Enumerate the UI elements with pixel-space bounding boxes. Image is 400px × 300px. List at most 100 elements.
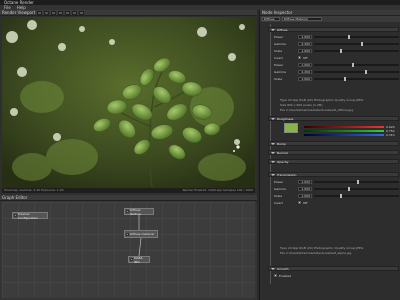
invert-checkbox[interactable] — [298, 201, 301, 204]
field-row: Power 1.000 — [274, 34, 399, 39]
graph-editor-header: Graph Editor — [0, 195, 257, 201]
slider-knob[interactable] — [348, 186, 350, 191]
smooth-checkbox[interactable] — [274, 274, 277, 277]
section-smooth[interactable]: Smooth — [268, 266, 399, 271]
field-row: Gamma 1.000 — [274, 186, 399, 191]
field-label: Scale — [274, 193, 283, 198]
field-slider[interactable] — [314, 186, 399, 191]
viewport-tool-icon-6[interactable] — [72, 10, 78, 15]
section-bump[interactable]: Bump — [268, 141, 399, 146]
slider-knob[interactable] — [348, 34, 350, 39]
slider-knob[interactable] — [360, 41, 363, 46]
render-status: Render finished: 1000 spp Samples 100 / … — [182, 188, 253, 192]
section-label: Bump — [277, 141, 286, 146]
field-slider[interactable] — [314, 62, 399, 67]
slider-knob[interactable] — [352, 62, 355, 67]
section-label: Normal — [277, 150, 288, 155]
field-value[interactable]: 1.000 — [298, 186, 312, 191]
smooth-label: Enabled — [279, 273, 292, 278]
left-column: Render Viewport Tonemap: Gamma: 2.20 Exp… — [0, 10, 257, 300]
field-label: Gamma — [274, 41, 286, 46]
expand-arrow-icon[interactable] — [271, 267, 275, 270]
section-label: Transmission — [277, 172, 297, 177]
node-connections — [138, 215, 142, 257]
field-row: Scale 1.000 — [274, 76, 399, 81]
field-label: Scale — [274, 48, 283, 53]
field-label: Power — [274, 62, 284, 67]
section-label: Roughness — [277, 116, 294, 121]
render-viewport-title: Render Viewport — [2, 9, 36, 15]
field-slider[interactable] — [314, 34, 399, 39]
field-label: Power — [274, 34, 284, 39]
field-row: Power 1.000 — [274, 62, 399, 67]
field-value[interactable]: 1.000 — [298, 62, 312, 67]
slider-knob[interactable] — [339, 48, 342, 53]
field-value[interactable]: 1.000 — [298, 48, 312, 53]
texture-size-text: Size 800 x 600 pixels (1.2M) — [280, 103, 323, 107]
viewport-tool-icon-2[interactable] — [44, 10, 50, 15]
graph-editor-panel: Graph Editor Preview Configuration Diffu… — [0, 195, 257, 300]
field-label: Invert — [274, 200, 283, 205]
green-channel-slider[interactable] — [304, 130, 384, 132]
slider-knob[interactable] — [339, 193, 342, 198]
render-viewport[interactable] — [2, 17, 255, 188]
field-value[interactable]: 1.000 — [298, 193, 312, 198]
section-opacity[interactable]: Opacity — [268, 159, 399, 164]
expand-arrow-icon[interactable] — [271, 160, 275, 163]
color-swatch[interactable] — [284, 123, 298, 133]
viewport-tool-icon-1[interactable] — [37, 10, 43, 15]
field-value[interactable]: 1.000 — [298, 76, 312, 81]
field-value[interactable]: 2.200 — [298, 69, 312, 74]
expand-arrow-icon[interactable] — [271, 173, 275, 176]
section-transmission[interactable]: Transmission — [268, 172, 399, 177]
field-row: Scale 1.000 — [274, 193, 399, 198]
tonemap-status: Tonemap: Gamma: 2.20 Exposure: 1.00 — [4, 188, 64, 192]
red-channel-slider[interactable] — [304, 126, 384, 128]
expand-arrow-icon[interactable] — [271, 142, 275, 145]
field-slider[interactable] — [314, 179, 399, 184]
node-inspector-title: Node Inspector — [262, 9, 293, 15]
field-label: Power — [274, 179, 284, 184]
field-slider[interactable] — [314, 76, 399, 81]
expand-arrow-icon[interactable] — [271, 28, 275, 31]
graph-canvas[interactable]: Preview Configuration Diffuse Texture Di… — [2, 202, 255, 298]
render-viewport-header: Render Viewport — [0, 10, 257, 16]
field-label: Scale — [274, 76, 283, 81]
blue-channel-slider[interactable] — [304, 134, 384, 136]
expand-arrow-icon[interactable] — [271, 117, 275, 120]
slider-knob[interactable] — [356, 179, 359, 184]
field-value[interactable]: 2.200 — [298, 41, 312, 46]
field-row: Invert Off — [274, 200, 399, 205]
slider-knob[interactable] — [343, 76, 346, 81]
field-value[interactable]: 1.000 — [298, 34, 312, 39]
field-slider[interactable] — [314, 193, 399, 198]
field-label: Gamma — [274, 186, 286, 191]
node-selector[interactable]: Diffuse — [262, 17, 280, 21]
expand-arrow-icon[interactable] — [271, 151, 275, 154]
field-row: Invert Off — [274, 55, 399, 60]
viewport-tool-icon-3[interactable] — [51, 10, 57, 15]
field-slider[interactable] — [314, 41, 399, 46]
texture-file-path[interactable]: File C:\Users\Downloads\textures\leaf_di… — [280, 108, 398, 112]
section-diffuse[interactable]: Diffuse — [268, 27, 399, 32]
field-label: Gamma — [274, 69, 286, 74]
field-slider[interactable] — [314, 48, 399, 53]
section-label: Diffuse — [277, 27, 288, 32]
field-row: Gamma 2.200 — [274, 69, 399, 74]
viewport-tool-icon-4[interactable] — [58, 10, 64, 15]
invert-checkbox[interactable] — [298, 56, 301, 59]
texture-file-path[interactable]: File C:\Users\Downloads\textures\leaf_al… — [280, 251, 398, 255]
viewport-tool-icon-7[interactable] — [79, 10, 85, 15]
graph-editor-title: Graph Editor — [2, 194, 28, 200]
section-normal[interactable]: Normal — [268, 150, 399, 155]
field-value[interactable]: 1.000 — [298, 179, 312, 184]
inspector-toolbar: Diffuse Diffuse Material — [260, 16, 400, 22]
field-value: Off — [303, 200, 308, 205]
slider-knob[interactable] — [365, 69, 367, 74]
field-value: Off — [303, 55, 308, 60]
viewport-tool-icon-5[interactable] — [65, 10, 71, 15]
field-slider[interactable] — [314, 69, 399, 74]
section-roughness[interactable]: Roughness — [268, 116, 399, 121]
material-selector[interactable]: Diffuse Material — [282, 17, 322, 21]
field-row: Scale 1.000 — [274, 48, 399, 53]
